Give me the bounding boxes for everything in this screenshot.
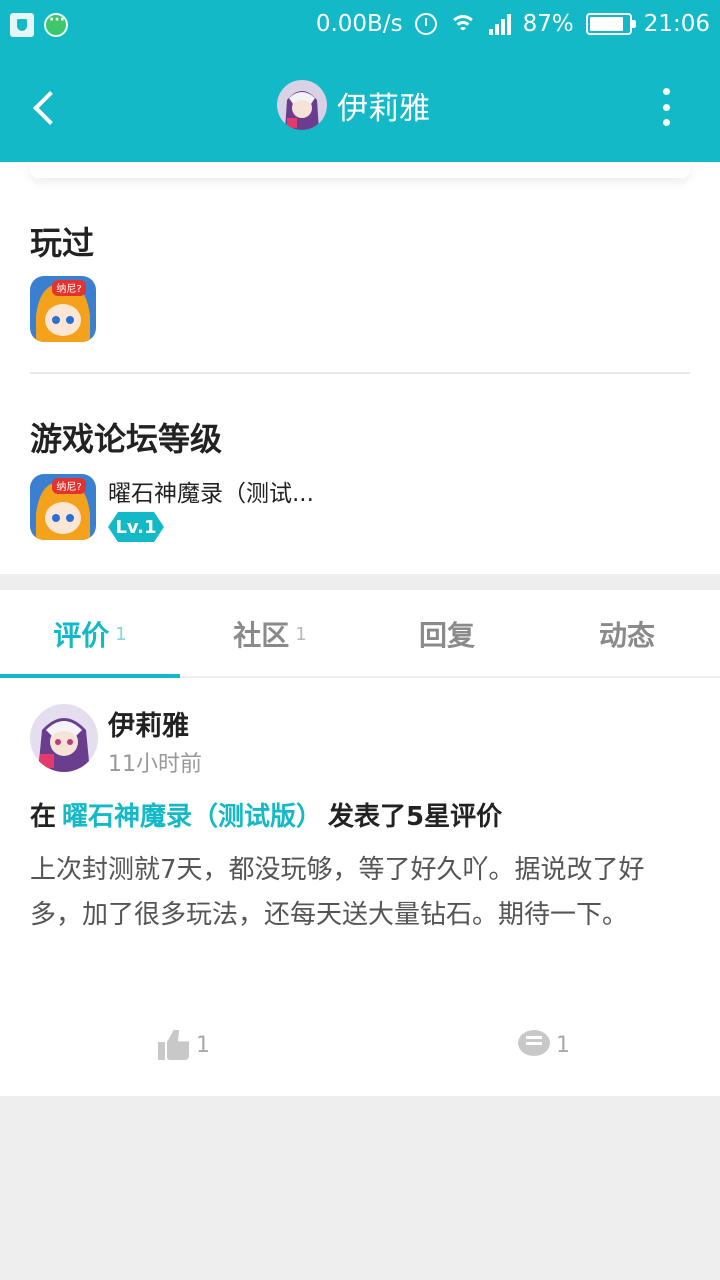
played-title: 玩过 bbox=[30, 224, 95, 262]
forum-level-title: 游戏论坛等级 bbox=[30, 420, 223, 458]
tab-indicator bbox=[0, 674, 180, 678]
played-game-icon[interactable]: 纳尼? bbox=[30, 276, 96, 342]
tab-bar: 评价 1 社区 1 回复 动态 bbox=[0, 590, 720, 678]
network-speed: 0.00B/s bbox=[315, 11, 403, 37]
alarm-icon bbox=[414, 13, 437, 35]
page-title: 伊莉雅 bbox=[337, 90, 430, 127]
comment-button[interactable]: 1 bbox=[518, 1030, 570, 1060]
wifi-icon bbox=[448, 13, 477, 35]
post-author-avatar[interactable] bbox=[30, 704, 98, 772]
profile-info-section: 玩过 纳尼? 游戏论坛等级 纳尼? 曜石神魔录（测试... Lv.1 bbox=[0, 162, 720, 574]
post-game-link[interactable]: 曜石神魔录（测试版） bbox=[62, 802, 322, 832]
like-count: 1 bbox=[196, 1032, 210, 1058]
post-author-name[interactable]: 伊莉雅 bbox=[108, 704, 189, 743]
tab-reviews[interactable]: 评价 1 bbox=[0, 590, 180, 678]
svg-text:纳尼?: 纳尼? bbox=[56, 480, 81, 493]
comment-count: 1 bbox=[556, 1032, 570, 1058]
activity-section: 评价 1 社区 1 回复 动态 伊莉雅 11小时前 在曜石神魔录（测试版） 发表了5星… bbox=[0, 590, 720, 1096]
post-headline: 在曜石神魔录（测试版） 发表了5星评价 bbox=[30, 802, 503, 832]
chat-notification-icon bbox=[44, 12, 68, 37]
comment-icon bbox=[518, 1030, 550, 1060]
post-timestamp: 11小时前 bbox=[108, 752, 202, 777]
svg-text:纳尼?: 纳尼? bbox=[56, 282, 81, 295]
tab-replies[interactable]: 回复 bbox=[360, 590, 540, 678]
forum-game-name[interactable]: 曜石神魔录（测试... bbox=[108, 474, 314, 508]
tab-activity[interactable]: 动态 bbox=[540, 590, 720, 678]
card-edge bbox=[30, 162, 690, 178]
back-arrow-icon[interactable] bbox=[30, 88, 60, 128]
status-bar: 0.00B/s 87% 21:06 bbox=[0, 0, 720, 52]
post-body: 上次封测就7天，都没玩够，等了好久吖。据说改了好多，加了很多玩法，还每天送大量钻… bbox=[30, 855, 645, 930]
thumbs-up-icon bbox=[158, 1030, 190, 1060]
battery-percent: 87% bbox=[522, 11, 574, 37]
battery-icon bbox=[585, 13, 636, 35]
app-bar: 伊莉雅 bbox=[0, 52, 720, 162]
section-divider bbox=[30, 372, 690, 374]
tab-community[interactable]: 社区 1 bbox=[180, 590, 360, 678]
like-button[interactable]: 1 bbox=[158, 1030, 210, 1060]
more-options-icon[interactable] bbox=[652, 88, 680, 126]
profile-header: 伊莉雅 bbox=[277, 80, 430, 130]
level-badge: Lv.1 bbox=[108, 512, 164, 542]
avatar[interactable] bbox=[277, 80, 327, 130]
forum-game-icon[interactable]: 纳尼? bbox=[30, 474, 96, 540]
clock: 21:06 bbox=[643, 11, 710, 37]
security-shield-icon bbox=[10, 13, 34, 37]
signal-icon bbox=[488, 13, 511, 35]
